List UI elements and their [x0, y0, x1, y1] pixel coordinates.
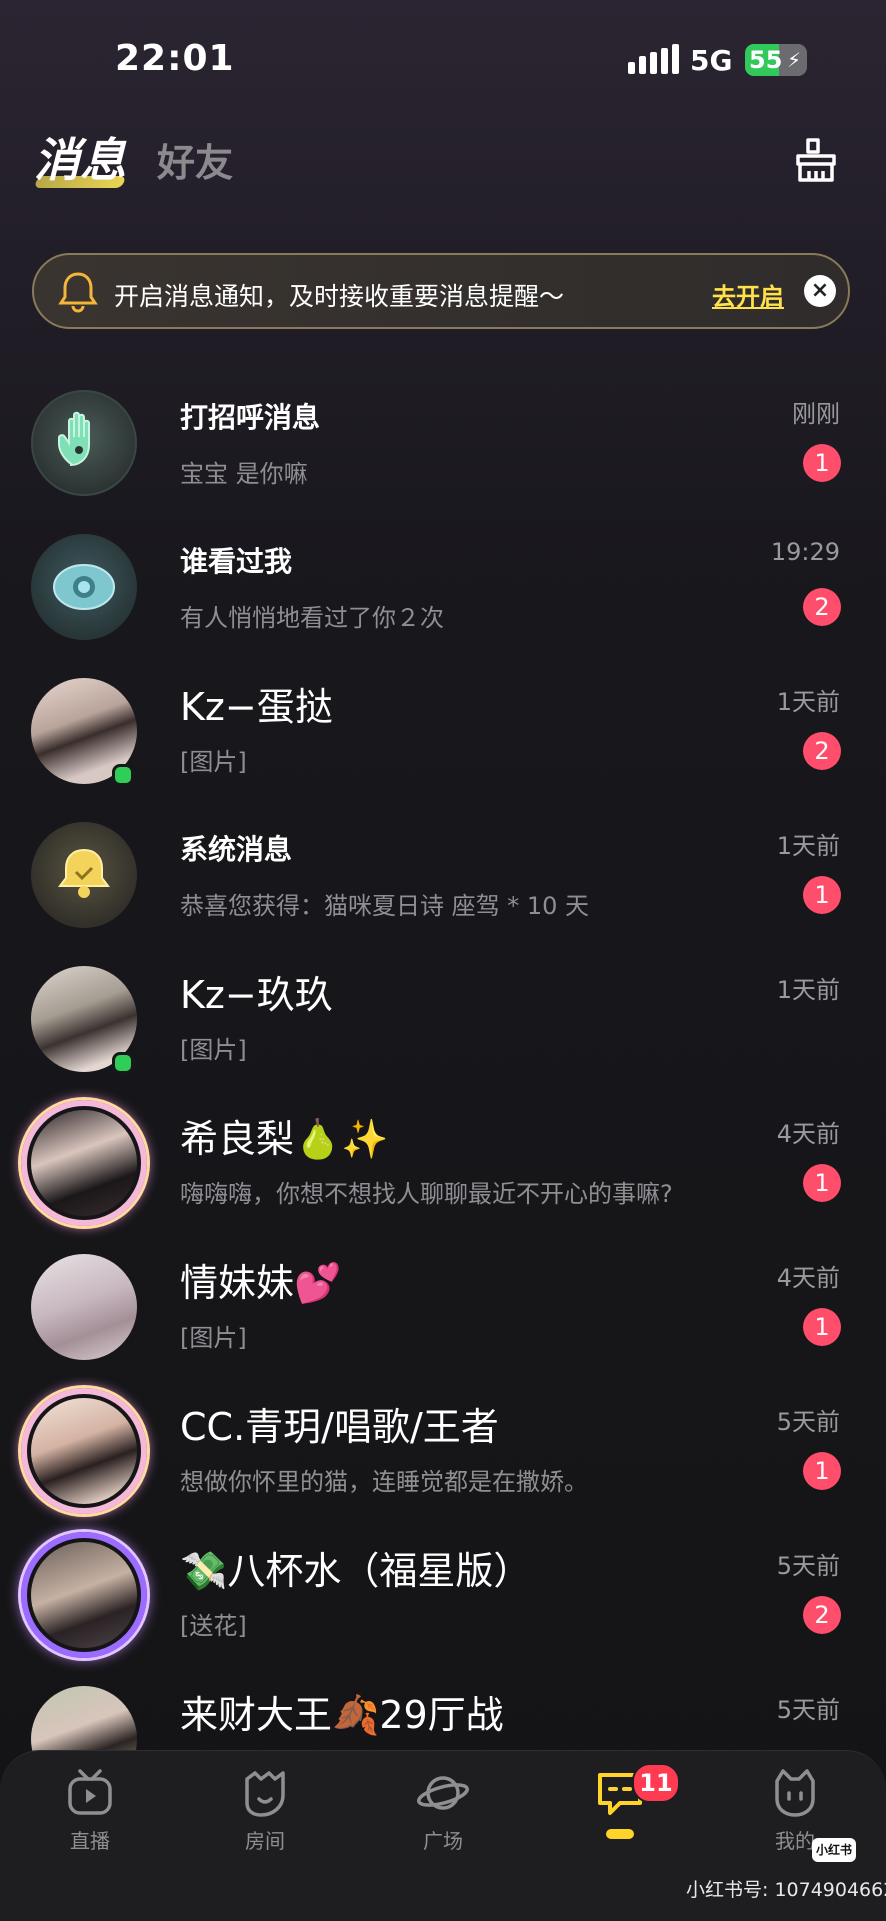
list-item[interactable]: 谁看过我 有人悄悄地看过了你２次 19:29 2 [0, 514, 886, 658]
message-time: 4天前 [776, 1264, 840, 1292]
battery-icon: 55 ⚡ [745, 44, 807, 76]
list-item[interactable]: 情妹妹💕 [图片] 4天前 1 [0, 1234, 886, 1378]
avatar [31, 1542, 137, 1648]
message-preview: [图片] [180, 1036, 247, 1064]
message-preview: 有人悄悄地看过了你２次 [180, 604, 444, 632]
message-time: 5天前 [776, 1696, 840, 1724]
notification-banner: 开启消息通知，及时接收重要消息提醒～ 去开启 × [32, 253, 850, 329]
message-time: 19:29 [770, 538, 840, 566]
conversation-name: 情妹妹💕 [180, 1261, 342, 1305]
conversation-name: Kz−玖玖 [180, 973, 333, 1017]
unread-badge: 2 [803, 1596, 841, 1634]
nav-label: 直播 [70, 1829, 110, 1853]
list-item[interactable]: CC.青玥/唱歌/王者 想做你怀里的猫，连睡觉都是在撒娇。 5天前 1 [0, 1378, 886, 1522]
message-preview: 恭喜您获得：猫咪夏日诗 座驾 * 10 天 [180, 892, 590, 920]
nav-rooms[interactable]: 房间 [215, 1765, 315, 1854]
avatar [31, 534, 137, 640]
nav-square[interactable]: 广场 [393, 1765, 493, 1854]
conversation-name: 打招呼消息 [180, 401, 321, 434]
list-item[interactable]: 💸八杯水（福星版） [送花] 5天前 2 [0, 1522, 886, 1666]
eye-icon [53, 564, 115, 610]
status-time: 22:01 [115, 38, 235, 79]
signal-icon [628, 44, 679, 74]
list-item[interactable]: Kz−蛋挞 [图片] 1天前 2 [0, 658, 886, 802]
cat-face-icon [775, 1769, 815, 1817]
nav-messages[interactable]: 11 [570, 1763, 680, 1839]
unread-badge: 1 [803, 444, 841, 482]
bell-icon [58, 848, 110, 898]
list-item[interactable]: Kz−玖玖 [图片] 1天前 [0, 946, 886, 1090]
unread-badge: 11 [632, 1763, 680, 1803]
bell-icon [58, 272, 98, 313]
watermark-logo: 小红书 [812, 1838, 856, 1862]
conversation-name: 💸八杯水（福星版） [180, 1549, 532, 1593]
unread-badge: 1 [803, 1164, 841, 1202]
conversation-name: 谁看过我 [180, 545, 293, 578]
conversation-name: CC.青玥/唱歌/王者 [180, 1405, 499, 1449]
message-time: 5天前 [776, 1408, 840, 1436]
battery-level: 55 [749, 46, 783, 74]
unread-badge: 2 [803, 732, 841, 770]
message-preview: [图片] [180, 748, 247, 776]
message-preview: [图片] [180, 1324, 247, 1352]
nav-live[interactable]: 直播 [40, 1765, 140, 1854]
message-time: 刚刚 [792, 400, 840, 428]
message-time: 5天前 [776, 1552, 840, 1580]
message-preview: 宝宝 是你嘛 [180, 460, 308, 488]
active-tab-indicator [606, 1829, 634, 1839]
message-preview: [送花] [180, 1612, 247, 1640]
close-icon[interactable]: × [804, 275, 836, 307]
tv-icon [68, 1769, 112, 1815]
message-time: 4天前 [776, 1120, 840, 1148]
message-time: 1天前 [776, 976, 840, 1004]
conversation-name: 来财大王🍂29厅战 [180, 1693, 504, 1737]
message-time: 1天前 [776, 832, 840, 860]
avatar [31, 822, 137, 928]
nav-label: 广场 [423, 1829, 463, 1853]
avatar [31, 1398, 137, 1504]
avatar [31, 390, 137, 496]
enable-notifications-link[interactable]: 去开启 [712, 277, 784, 312]
list-item[interactable]: 系统消息 恭喜您获得：猫咪夏日诗 座驾 * 10 天 1天前 1 [0, 802, 886, 946]
message-time: 1天前 [776, 688, 840, 716]
list-item[interactable]: 打招呼消息 宝宝 是你嘛 刚刚 1 [0, 370, 886, 514]
broom-icon [796, 138, 836, 182]
unread-badge: 1 [803, 1308, 841, 1346]
conversation-name: 系统消息 [180, 833, 293, 866]
watermark-text: 小红书号: 1074904662 [686, 1879, 886, 1901]
tab-messages[interactable]: 消息 [34, 124, 126, 190]
status-bar: 22:01 5G 55 ⚡ [0, 0, 886, 110]
avatar [31, 1110, 137, 1216]
nav-label: 房间 [245, 1829, 285, 1853]
clear-messages-button[interactable] [790, 134, 842, 186]
list-item[interactable]: 希良梨🍐✨ 嗨嗨嗨，你想不想找人聊聊最近不开心的事嘛? 4天前 1 [0, 1090, 886, 1234]
tab-friends[interactable]: 好友 [157, 132, 233, 187]
planet-icon [417, 1776, 469, 1810]
network-type: 5G [690, 44, 733, 77]
room-icon [245, 1771, 285, 1817]
unread-badge: 1 [803, 1452, 841, 1490]
online-status-dot [112, 764, 134, 786]
charging-icon: ⚡ [786, 48, 801, 72]
message-preview: 嗨嗨嗨，你想不想找人聊聊最近不开心的事嘛? [180, 1180, 673, 1208]
wave-hand-icon [58, 411, 90, 467]
notification-text: 开启消息通知，及时接收重要消息提醒～ [114, 282, 565, 311]
message-preview: 想做你怀里的猫，连睡觉都是在撒娇。 [180, 1468, 588, 1496]
conversation-name: Kz−蛋挞 [180, 685, 333, 729]
online-status-dot [112, 1052, 134, 1074]
unread-badge: 2 [803, 588, 841, 626]
conversation-name: 希良梨🍐✨ [180, 1117, 389, 1161]
avatar [31, 1254, 137, 1360]
unread-badge: 1 [803, 876, 841, 914]
